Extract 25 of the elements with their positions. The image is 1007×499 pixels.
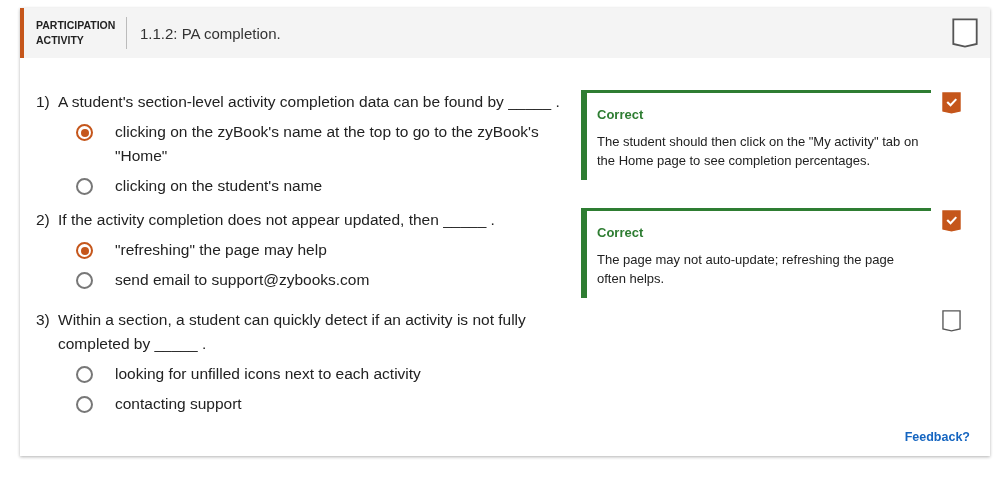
feedback-title: Correct xyxy=(597,107,645,122)
question-text: A student's section-level activity completion data can be found by _____ . xyxy=(58,92,561,112)
activity-title: 1.1.2: PA completion. xyxy=(140,24,282,42)
radio-button[interactable] xyxy=(76,178,93,195)
radio-button[interactable] xyxy=(76,272,93,289)
question-number: 1) xyxy=(36,92,51,112)
option-text[interactable]: looking for unfilled icons next to each activity xyxy=(115,362,564,386)
radio-button[interactable] xyxy=(76,396,93,413)
option-text[interactable]: "refreshing" the page may help xyxy=(115,238,564,262)
option-text[interactable]: contacting support xyxy=(115,392,564,416)
feedback-text: The student should then click on the "My activity" tab on the Home page to see completion percentages. xyxy=(597,133,920,170)
question-text: If the activity completion does not appear updated, then _____ . xyxy=(58,210,496,230)
radio-button[interactable] xyxy=(76,242,93,259)
option-text[interactable]: clicking on the zyBook's name at the top to go to the zyBook's "Home" xyxy=(115,120,564,168)
question-text: Within a section, a student can quickly detect if an activity is not fully completed by _____ . xyxy=(58,310,527,354)
radio-button[interactable] xyxy=(76,124,93,141)
question-number: 3) xyxy=(36,310,51,330)
option-text[interactable]: send email to support@zybooks.com xyxy=(115,268,564,292)
feedback-title: Correct xyxy=(597,225,645,240)
activity-type-label: PARTICIPATION ACTIVITY xyxy=(36,18,117,48)
radio-button[interactable] xyxy=(76,366,93,383)
option-text[interactable]: clicking on the student's name xyxy=(115,174,564,198)
question-number: 2) xyxy=(36,210,51,230)
feedback-link[interactable]: Feedback? xyxy=(904,430,970,444)
feedback-text: The page may not auto-update; refreshing the page often helps. xyxy=(597,251,896,288)
